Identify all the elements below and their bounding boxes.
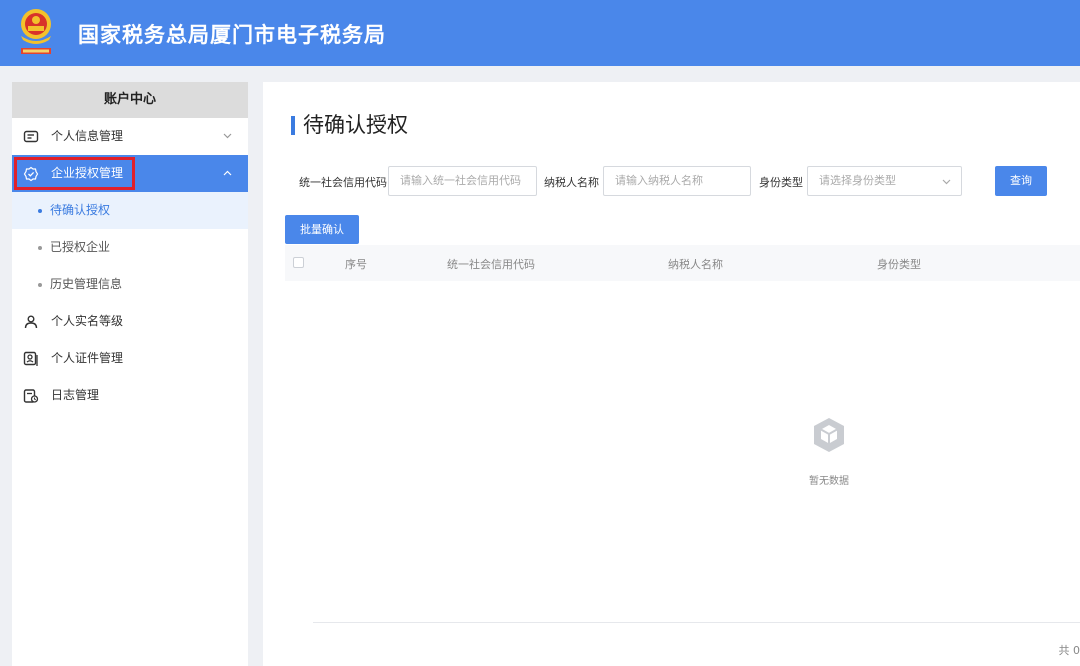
top-bar: 国家税务总局厦门市电子税务局 bbox=[0, 0, 1080, 66]
empty-box-icon bbox=[814, 418, 844, 452]
log-clock-icon bbox=[23, 389, 39, 403]
sidebar-subitem-authorized[interactable]: 已授权企业 bbox=[12, 229, 248, 266]
sidebar-subitem-pending-auth[interactable]: 待确认授权 bbox=[12, 192, 248, 229]
chevron-up-icon bbox=[223, 170, 232, 176]
sidebar-title: 账户中心 bbox=[12, 82, 248, 118]
site-title: 国家税务总局厦门市电子税务局 bbox=[78, 23, 386, 47]
sidebar-item-label: 个人实名等级 bbox=[51, 314, 124, 328]
empty-text: 暂无数据 bbox=[809, 476, 849, 487]
batch-confirm-button[interactable]: 批量确认 bbox=[285, 215, 359, 244]
identity-type-select[interactable]: 请选择身份类型 bbox=[807, 166, 962, 196]
certificate-icon bbox=[23, 351, 38, 366]
identity-type-placeholder: 请选择身份类型 bbox=[819, 174, 896, 187]
page-title: 待确认授权 bbox=[291, 112, 408, 138]
column-header: 统一社会信用代码 bbox=[447, 258, 535, 271]
table-header: 序号 统一社会信用代码 纳税人名称 身份类型 bbox=[285, 245, 1080, 281]
sidebar-item-personal-info[interactable]: 个人信息管理 bbox=[12, 118, 248, 155]
sidebar-item-logs[interactable]: 日志管理 bbox=[12, 377, 248, 414]
chevron-down-icon bbox=[942, 179, 951, 185]
taxpayer-name-label: 纳税人名称 bbox=[544, 176, 599, 189]
chevron-down-icon bbox=[223, 133, 232, 139]
sidebar: 账户中心 个人信息管理 企业授权管理 待确认授权 已授权企业 历史管理信息 个人… bbox=[12, 82, 248, 666]
identity-type-label: 身份类型 bbox=[759, 176, 803, 189]
sidebar-item-label: 个人信息管理 bbox=[51, 129, 124, 143]
sidebar-item-certificates[interactable]: 个人证件管理 bbox=[12, 340, 248, 377]
column-header: 序号 bbox=[345, 258, 367, 271]
credit-code-input[interactable]: 请输入统一社会信用代码 bbox=[388, 166, 537, 196]
select-all-checkbox[interactable] bbox=[293, 257, 304, 268]
sidebar-item-realname-level[interactable]: 个人实名等级 bbox=[12, 303, 248, 340]
main-panel: 待确认授权 统一社会信用代码 请输入统一社会信用代码 纳税人名称 请输入纳税人名… bbox=[263, 82, 1080, 666]
sidebar-item-label: 个人证件管理 bbox=[51, 351, 124, 365]
sidebar-subitem-history[interactable]: 历史管理信息 bbox=[12, 266, 248, 303]
sidebar-subitem-label: 已授权企业 bbox=[50, 240, 111, 254]
sidebar-subitem-label: 待确认授权 bbox=[50, 203, 111, 217]
user-level-icon bbox=[24, 315, 38, 329]
tax-emblem-logo bbox=[21, 9, 51, 54]
bullet-dot bbox=[38, 283, 42, 287]
divider bbox=[313, 622, 1080, 623]
id-card-icon bbox=[23, 130, 39, 143]
sidebar-item-label: 日志管理 bbox=[51, 388, 100, 402]
column-header: 身份类型 bbox=[877, 258, 921, 271]
bullet-dot bbox=[38, 209, 42, 213]
query-button[interactable]: 查询 bbox=[995, 166, 1047, 196]
sidebar-subitem-label: 历史管理信息 bbox=[50, 277, 123, 291]
credit-code-label: 统一社会信用代码 bbox=[299, 176, 387, 189]
bullet-dot bbox=[38, 246, 42, 250]
total-count: 共 0 bbox=[1058, 644, 1080, 657]
column-header: 纳税人名称 bbox=[668, 258, 723, 271]
sidebar-item-enterprise-auth[interactable]: 企业授权管理 bbox=[12, 155, 248, 192]
taxpayer-name-input[interactable]: 请输入纳税人名称 bbox=[603, 166, 751, 196]
badge-check-icon bbox=[23, 166, 39, 182]
